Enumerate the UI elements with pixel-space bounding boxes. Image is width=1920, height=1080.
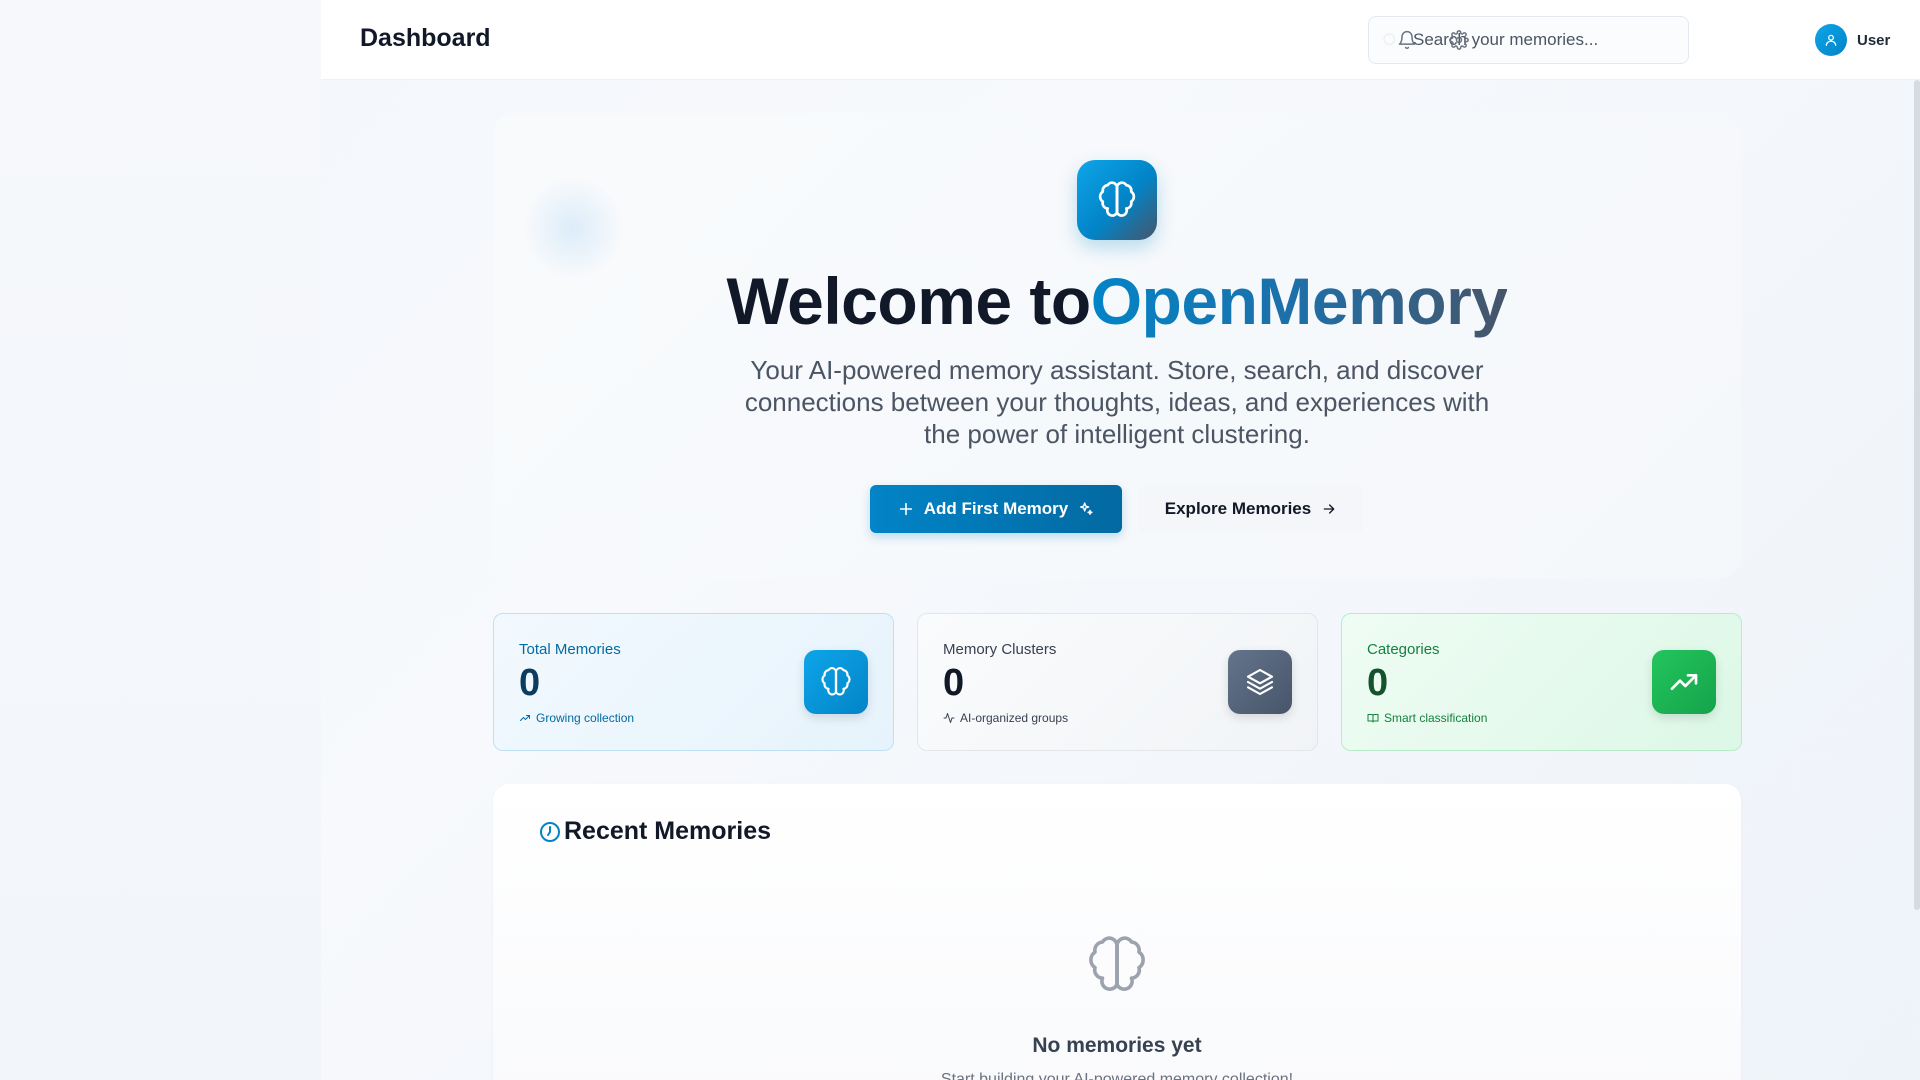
explore-memories-button[interactable]: Explore Memories xyxy=(1139,485,1363,533)
brain-icon xyxy=(1089,936,1145,991)
brand-name: OpenMemory xyxy=(1090,264,1508,338)
app-logo xyxy=(1077,160,1157,240)
stat-icon xyxy=(1228,650,1292,714)
recent-memories-title: Recent Memories xyxy=(564,817,772,845)
brain-icon xyxy=(1098,181,1136,217)
bell-icon xyxy=(1398,30,1416,50)
activity-icon xyxy=(943,713,955,723)
plus-icon xyxy=(899,502,912,516)
trending-up-icon xyxy=(1670,674,1698,690)
layers-icon xyxy=(1246,668,1274,696)
explore-memories-label: Explore Memories xyxy=(1164,499,1312,518)
trending-up-icon xyxy=(520,715,530,721)
stat-icon xyxy=(1652,650,1716,714)
arrow-right-icon xyxy=(1323,504,1335,514)
stat-note: Smart classification xyxy=(1367,711,1487,725)
hero-subtitle: Your AI-powered memory assistant. Store,… xyxy=(744,355,1490,449)
recent-memories-header: Recent Memories xyxy=(538,817,771,846)
stat-note-text: AI-organized groups xyxy=(960,711,1069,725)
avatar xyxy=(1815,24,1847,56)
stat-note: Growing collection xyxy=(519,711,634,725)
add-first-memory-button[interactable]: Add First Memory xyxy=(870,485,1122,533)
stat-value: 0 xyxy=(1367,662,1389,704)
stat-note: AI-organized groups xyxy=(943,711,1068,725)
welcome-hero: Welcome toOpenMemory Your AI-powered mem… xyxy=(493,113,1741,579)
stat-label: Categories xyxy=(1367,641,1440,658)
user-icon xyxy=(1825,34,1837,46)
sidebar xyxy=(0,0,321,1080)
stat-label: Memory Clusters xyxy=(943,641,1057,658)
user-name: User xyxy=(1857,31,1891,49)
clock-icon xyxy=(540,821,560,842)
empty-state-title: No memories yet xyxy=(1032,1034,1202,1057)
top-bar: Dashboard User xyxy=(321,0,1920,80)
stat-label: Total Memories xyxy=(519,641,621,658)
stat-note-text: Growing collection xyxy=(536,711,635,725)
sparkles-icon xyxy=(1080,502,1093,515)
stat-card-total-memories: Total Memories 0 Growing collection xyxy=(493,613,894,751)
notifications-button[interactable] xyxy=(1393,26,1421,54)
stat-icon xyxy=(804,650,868,714)
stat-value: 0 xyxy=(943,662,965,704)
stat-card-memory-clusters: Memory Clusters 0 AI-organized groups xyxy=(917,613,1318,751)
gear-icon xyxy=(1449,30,1469,50)
stat-value: 0 xyxy=(519,662,541,704)
user-menu[interactable]: User xyxy=(1815,24,1890,56)
page-title: Dashboard xyxy=(360,24,491,52)
empty-state-subtitle: Start building your AI-powered memory co… xyxy=(940,1071,1294,1080)
book-open-icon xyxy=(1367,714,1379,723)
hero-title-prefix: Welcome to xyxy=(726,264,1092,338)
scrollbar[interactable] xyxy=(1914,80,1920,910)
brain-icon xyxy=(821,667,851,696)
settings-button[interactable] xyxy=(1445,26,1473,54)
stat-card-categories: Categories 0 Smart classification xyxy=(1341,613,1742,751)
stat-note-text: Smart classification xyxy=(1384,711,1488,725)
hero-title: Welcome toOpenMemory xyxy=(493,263,1741,339)
recent-memories-panel: Recent Memories No memories yet Start bu… xyxy=(493,784,1741,1080)
add-first-memory-label: Add First Memory xyxy=(923,499,1069,518)
